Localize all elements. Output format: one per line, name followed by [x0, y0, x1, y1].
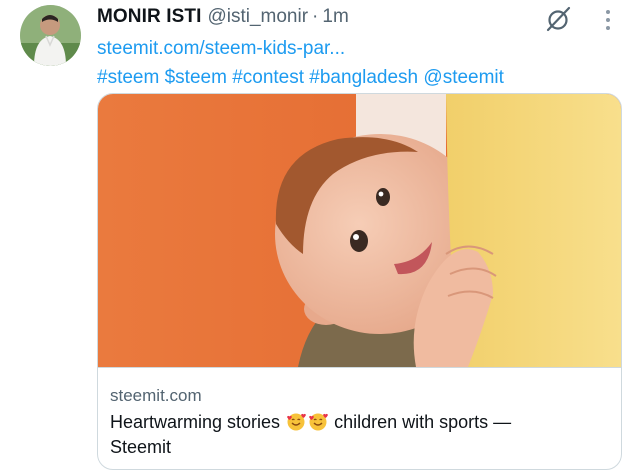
author-display-name[interactable]: MONIR ISTI [97, 6, 201, 28]
baby-peeking-photo-icon [98, 94, 621, 367]
cashtag-steem[interactable]: $steem [165, 67, 227, 88]
hashtag-bangladesh[interactable]: #bangladesh [309, 67, 418, 88]
card-title: Heartwarming stories children with sport… [110, 410, 610, 460]
hashtag-steem[interactable]: #steem [97, 67, 159, 88]
smiling-face-with-hearts-icon [285, 411, 307, 431]
user-photo-icon [20, 5, 81, 66]
card-domain: steemit.com [110, 386, 202, 405]
card-image[interactable] [98, 94, 621, 367]
avatar[interactable] [20, 5, 81, 66]
card-title-start: Heartwarming stories [110, 412, 281, 432]
card-divider [98, 367, 621, 368]
tweet-timestamp[interactable]: 1m [322, 6, 348, 28]
author-handle[interactable]: @isti_monir [207, 6, 308, 28]
grok-slash-icon[interactable] [545, 5, 573, 33]
hashtag-contest[interactable]: #contest [232, 67, 304, 88]
tweet-header: MONIR ISTI @isti_monir · 1m [97, 4, 349, 30]
hashtag-line: #steem $steem #contest #bangladesh @stee… [97, 63, 627, 92]
smiling-face-with-hearts-icon [307, 411, 329, 431]
tweet-link[interactable]: steemit.com/steem-kids-par... [97, 38, 345, 59]
separator-dot: · [312, 6, 319, 27]
link-preview-card[interactable]: steemit.com Heartwarming stories childre… [97, 93, 622, 470]
card-title-line2: Steemit [110, 437, 172, 457]
more-vertical-icon[interactable] [598, 7, 618, 33]
card-title-end: children with sports — [334, 412, 512, 432]
mention-steemit[interactable]: @steemit [423, 67, 504, 88]
tweet-body: steemit.com/steem-kids-par... #steem $st… [97, 34, 627, 92]
